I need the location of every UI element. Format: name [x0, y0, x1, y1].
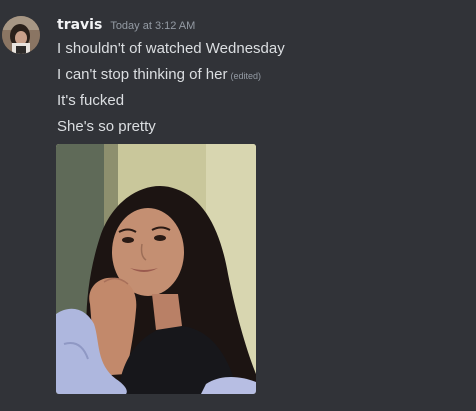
message-text: She's so pretty: [57, 118, 156, 135]
message-timestamp[interactable]: Today at 3:12 AM: [110, 20, 195, 32]
message-line: It's fucked: [57, 92, 124, 110]
message-text: I can't stop thinking of her: [57, 66, 228, 83]
message-group: travis Today at 3:12 AM I shouldn't of w…: [0, 0, 476, 411]
message-line: I shouldn't of watched Wednesday: [57, 40, 285, 58]
username[interactable]: travis: [57, 17, 102, 33]
message-text: It's fucked: [57, 92, 125, 109]
message-header: travis Today at 3:12 AM: [57, 17, 195, 37]
message-line: She's so pretty: [57, 118, 156, 136]
edited-indicator: (edited): [230, 71, 261, 81]
photo-attachment[interactable]: [56, 144, 256, 394]
user-avatar[interactable]: [2, 16, 40, 54]
message-line: I can't stop thinking of her (edited): [57, 66, 261, 85]
message-text: I shouldn't of watched Wednesday: [57, 40, 285, 57]
